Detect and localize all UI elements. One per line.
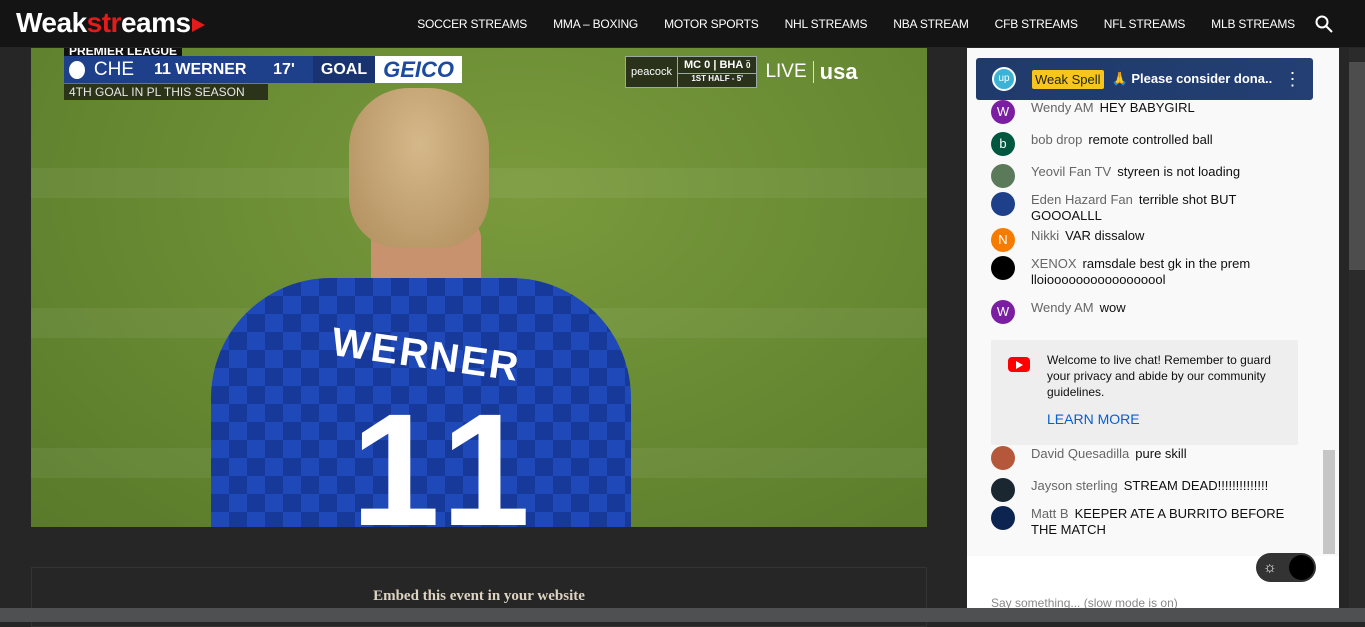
scorebug: peacock MC 0 | BHA 0 1ST HALF - 5' LIVE u…	[625, 56, 858, 88]
message-author[interactable]: Eden Hazard Fan	[1031, 192, 1133, 207]
chat-scrollbar[interactable]	[1323, 450, 1335, 554]
pinned-message[interactable]: up Weak Spell 🙏 Please consider dona... …	[976, 58, 1313, 100]
message-author[interactable]: Matt B	[1031, 506, 1069, 521]
chat-message: b bob drop remote controlled ball	[991, 132, 1291, 156]
message-author[interactable]: bob drop	[1031, 132, 1082, 147]
main-nav: SOCCER STREAMS MMA – BOXING MOTOR SPORTS…	[417, 0, 1295, 47]
chat-message: N Nikki VAR dissalow	[991, 228, 1291, 252]
live-chat: up Weak Spell 🙏 Please consider dona... …	[967, 48, 1339, 610]
avatar	[991, 256, 1015, 280]
message-author[interactable]: David Quesadilla	[1031, 446, 1129, 461]
avatar	[991, 446, 1015, 470]
learn-more-link[interactable]: LEARN MORE	[1047, 411, 1140, 427]
message-text: VAR dissalow	[1065, 228, 1145, 243]
youtube-icon	[1008, 357, 1030, 372]
avatar: N	[991, 228, 1015, 252]
message-author[interactable]: Jayson sterling	[1031, 478, 1118, 493]
message-text: HEY BABYGIRL	[1099, 100, 1195, 115]
chat-message: Yeovil Fan TV styreen is not loading	[991, 164, 1291, 188]
message-author[interactable]: Nikki	[1031, 228, 1059, 243]
message-text: styreen is not loading	[1117, 164, 1241, 179]
search-icon[interactable]	[1315, 15, 1333, 33]
welcome-notice: Welcome to live chat! Remember to guard …	[991, 340, 1298, 445]
chat-message: David Quesadilla pure skill	[991, 446, 1291, 470]
message-author[interactable]: XENOX	[1031, 256, 1077, 271]
message-text: remote controlled ball	[1088, 132, 1213, 147]
play-triangle-icon	[191, 17, 205, 32]
avatar: W	[991, 100, 1015, 124]
message-author[interactable]: Wendy AM	[1031, 300, 1094, 315]
chat-message: Jayson sterling STREAM DEAD!!!!!!!!!!!!!!	[991, 478, 1291, 502]
page-scrollbar[interactable]	[1349, 48, 1365, 608]
horizontal-scrollbar[interactable]	[0, 608, 1365, 622]
goal-graphic: CHE 11 WERNER 17' GOAL GEICO	[64, 56, 462, 83]
message-text: wow	[1099, 300, 1126, 315]
avatar: b	[991, 132, 1015, 156]
sun-icon: ☼	[1263, 559, 1277, 576]
chat-message: Matt B KEEPER ATE A BURRITO BEFORE THE MA…	[991, 506, 1291, 538]
message-author[interactable]: Wendy AM	[1031, 100, 1094, 115]
video-player[interactable]: WERNER 11 PREMIER LEAGUE CHE 11 WERNER 1…	[31, 48, 927, 527]
message-author[interactable]: Yeovil Fan TV	[1031, 164, 1111, 179]
message-text: STREAM DEAD!!!!!!!!!!!!!!	[1123, 478, 1269, 493]
avatar: W	[991, 300, 1015, 324]
avatar	[991, 478, 1015, 502]
nav-nba-stream[interactable]: NBA STREAM	[893, 17, 969, 31]
chat-message: Eden Hazard Fan terrible shot BUT GOOOALL…	[991, 192, 1291, 224]
nav-mma-boxing[interactable]: MMA – BOXING	[553, 17, 638, 31]
nav-soccer-streams[interactable]: SOCCER STREAMS	[417, 17, 527, 31]
site-logo[interactable]: Weakstreams	[16, 7, 205, 39]
nav-nfl-streams[interactable]: NFL STREAMS	[1104, 17, 1186, 31]
chat-message: W Wendy AM HEY BABYGIRL	[991, 100, 1291, 124]
chat-message: W Wendy AM wow	[991, 300, 1291, 324]
more-options-icon[interactable]: ⋮	[1284, 69, 1302, 90]
avatar	[991, 164, 1015, 188]
nav-nhl-streams[interactable]: NHL STREAMS	[785, 17, 868, 31]
nav-mlb-streams[interactable]: MLB STREAMS	[1211, 17, 1295, 31]
avatar: up	[992, 67, 1016, 91]
avatar	[991, 506, 1015, 530]
message-text: pure skill	[1135, 446, 1187, 461]
site-header: Weakstreams SOCCER STREAMS MMA – BOXING …	[0, 0, 1365, 47]
theme-toggle[interactable]: ☼	[1256, 553, 1316, 582]
nav-motor-sports[interactable]: MOTOR SPORTS	[664, 17, 759, 31]
chelsea-crest-icon	[66, 57, 88, 82]
avatar	[991, 192, 1015, 216]
nav-cfb-streams[interactable]: CFB STREAMS	[995, 17, 1078, 31]
chat-message: XENOX ramsdale best gk in the prem lloioo…	[991, 256, 1291, 288]
